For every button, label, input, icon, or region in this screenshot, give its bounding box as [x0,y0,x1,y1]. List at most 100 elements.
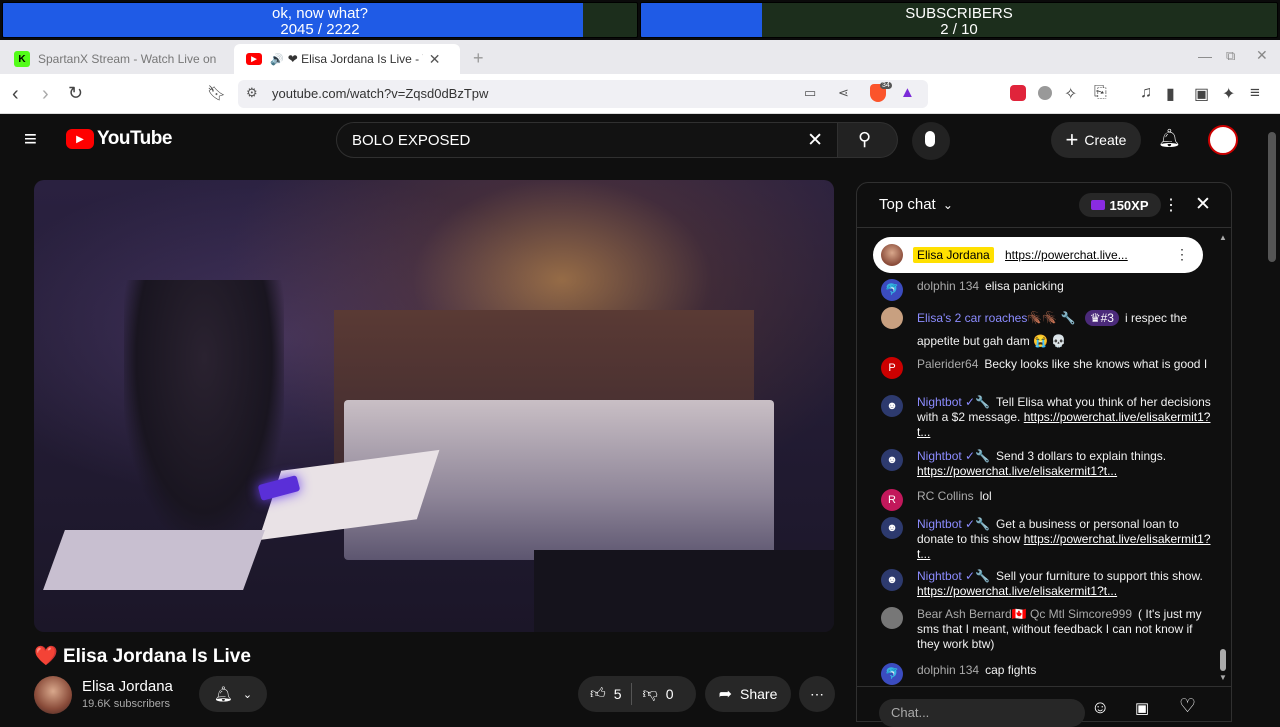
share-button[interactable]: ➦ Share [705,676,791,712]
hamburger-menu-icon[interactable]: ≡ [24,126,37,152]
xp-badge[interactable]: 150XP [1079,193,1161,217]
chat-input[interactable]: Chat... [879,699,1085,727]
chat-message: P Palerider64 Becky looks like she knows … [881,357,1217,379]
forward-icon[interactable]: › [42,83,49,106]
share-icon: ➦ [718,686,733,703]
scroll-up-icon[interactable]: ▲ [1219,233,1227,242]
bell-icon: 🔔︎ [213,686,233,703]
avatar: R [881,489,903,511]
reload-icon[interactable]: ↻ [68,83,83,104]
chat-mode-selector[interactable]: Top chat ⌄ [879,196,953,213]
screenshot-icon[interactable]: ⎘ [1094,84,1107,102]
youtube-logo[interactable]: ▶ YouTube [66,128,172,150]
nightbot-avatar: ☻ [881,517,903,539]
minimize-icon[interactable]: — [1198,48,1212,64]
close-tab-icon[interactable]: ✕ [429,51,441,68]
avatar [881,307,903,329]
video-title-text: Elisa Jordana Is Live [62,646,251,667]
extension-gray-icon[interactable] [1038,86,1052,100]
chat-scrollbar[interactable]: ▲ ▼ [1219,233,1227,683]
create-button[interactable]: + Create [1051,122,1141,158]
channel-avatar[interactable] [34,676,72,714]
media-icon[interactable]: ♫ [1140,84,1152,102]
extension-red-icon[interactable] [1010,85,1026,101]
url-text: youtube.com/watch?v=Zqsd0dBzTpw [272,86,489,101]
back-icon[interactable]: ‹ [12,83,19,106]
dislike-button[interactable]: 👎︎ 0 [642,685,673,703]
chat-author[interactable]: Nightbot ✓🔧 [917,449,990,463]
chat-author[interactable]: RC Collins [917,489,974,503]
chat-input-divider [857,686,1231,687]
leo-ai-icon[interactable]: ✦ [1222,84,1235,104]
chevron-down-icon: ⌄ [942,198,953,212]
video-player[interactable] [34,180,834,632]
chat-message: ☻ Nightbot ✓🔧 Send 3 dollars to explain t… [881,449,1217,479]
search-input[interactable]: BOLO EXPOSED ✕ [336,122,838,158]
chat-message: ☻ Nightbot ✓🔧 Sell your furniture to supp… [881,569,1217,599]
chat-message-list: 🐬 dolphin 134 elisa panicking Elisa's 2 c… [857,233,1221,693]
chat-link[interactable]: https://powerchat.live/elisakermit1?t... [917,584,1117,598]
maximize-icon[interactable]: ⧉ [1226,48,1235,64]
chat-author[interactable]: dolphin 134 [917,663,979,677]
chat-author[interactable]: Palerider64 [917,357,978,371]
extensions-puzzle-icon[interactable]: ✧ [1064,84,1077,104]
youtube-page: ≡ ▶ YouTube BOLO EXPOSED ✕ ⚲ + Create 🔔︎… [0,114,1280,727]
nightbot-avatar: ☻ [881,395,903,417]
tab-spartanx[interactable]: K SpartanX Stream - Watch Live on [2,44,230,74]
menu-icon[interactable]: ≡ [1250,83,1260,103]
chat-text: cap fights [985,663,1037,677]
like-button[interactable]: 👍︎ 5 [590,685,621,703]
avatar[interactable] [1208,125,1238,155]
bookmark-icon[interactable]: 🔖︎ [207,84,226,102]
site-info-icon[interactable]: ⚙ [246,85,258,101]
dislike-count: 0 [665,686,674,702]
clear-search-icon[interactable]: ✕ [807,129,823,152]
stream-goal-overlay: ok, now what? 2045 / 2222 SUBSCRIBERS 2 … [0,0,1280,40]
notifications-bell-icon[interactable]: 🔔︎ [1158,128,1181,149]
heart-react-icon[interactable]: ♡ [1179,695,1196,718]
share-label: Share [740,686,778,702]
brave-badge: 34 [880,82,892,89]
chat-message: ☻ Nightbot ✓🔧 Tell Elisa what you think o… [881,395,1217,440]
chat-author[interactable]: dolphin 134 [917,279,979,293]
sidebar-icon[interactable]: ▮ [1166,84,1175,104]
heart-icon: ❤️ [34,646,58,667]
pinned-text[interactable]: https://powerchat.live... [1005,248,1128,262]
wallet-icon[interactable]: ▣ [1194,84,1209,104]
new-tab-icon[interactable]: + [473,48,484,69]
scroll-thumb[interactable] [1220,649,1226,671]
close-window-icon[interactable]: ✕ [1256,47,1268,64]
pinned-message[interactable]: Elisa Jordana https://powerchat.live... … [873,237,1203,273]
chat-more-icon[interactable]: ⋮ [1163,195,1179,215]
goal-1-count: 2045 / 2222 [280,21,360,38]
voice-search-button[interactable] [912,122,950,160]
scroll-down-icon[interactable]: ▼ [1219,673,1227,682]
goal-bar-2: SUBSCRIBERS 2 / 10 [640,2,1278,38]
address-bar[interactable]: ⚙ youtube.com/watch?v=Zqsd0dBzTpw ▭ ⋖ 34… [238,80,928,108]
search-button[interactable]: ⚲ [838,122,898,158]
pinned-more-icon[interactable]: ⋮ [1175,246,1189,263]
chat-author[interactable]: Nightbot ✓🔧 [917,395,990,409]
channel-name[interactable]: Elisa Jordana [82,678,173,695]
chat-text: elisa panicking [985,279,1064,293]
chat-author[interactable]: Bear Ash Bernard🇨🇦 Qc Mtl Simcore999 [917,607,1132,621]
super-chat-icon[interactable]: ▣ [1135,699,1149,717]
chat-text: Becky looks like she knows what is good … [984,357,1208,371]
share-page-icon[interactable]: ⋖ [838,85,849,101]
chat-mode-label: Top chat [879,196,936,213]
page-scrollbar[interactable] [1268,132,1276,262]
more-actions-button[interactable]: ⋯ [799,676,835,712]
browser-toolbar: ‹ › ↻ 🔖︎ ⚙ youtube.com/watch?v=Zqsd0dBzT… [0,74,1280,114]
tab-youtube[interactable]: ▶ 🔊 ❤ Elisa Jordana Is Live - Yo ✕ [234,44,460,74]
brave-rewards-icon[interactable]: ▲ [900,84,915,101]
chat-author[interactable]: Nightbot ✓🔧 [917,517,990,531]
chat-link[interactable]: https://powerchat.live/elisakermit1?t... [917,464,1117,478]
chat-author[interactable]: Nightbot ✓🔧 [917,569,990,583]
cast-icon[interactable]: ▭ [804,85,816,101]
chat-author[interactable]: Elisa's 2 car roaches🪳🪳 🔧 [917,311,1076,325]
audio-icon[interactable]: 🔊 [270,53,284,66]
chat-message: 🐬 dolphin 134 cap fights [881,663,1217,685]
emoji-icon[interactable]: ☺ [1091,697,1109,718]
subscribed-button[interactable]: 🔔︎ ⌄ [199,676,267,712]
close-chat-icon[interactable]: ✕ [1195,193,1211,216]
